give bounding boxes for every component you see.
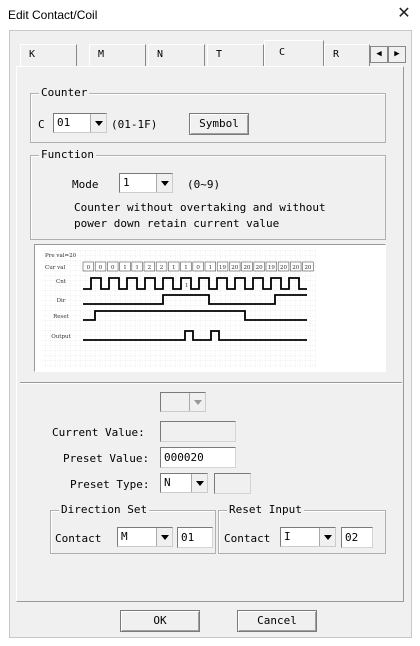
preset-type-label: Preset Type: xyxy=(70,478,150,491)
counter-group-title: Counter xyxy=(39,86,90,100)
preset-value-field[interactable]: 000020 xyxy=(160,447,236,468)
tab-label: R xyxy=(333,49,340,60)
current-value-cell-text: 20 xyxy=(292,265,299,271)
cancel-button[interactable]: Cancel xyxy=(237,610,317,632)
current-value-cell-text: 1 xyxy=(123,265,127,271)
signal-label-cnt: Cnt xyxy=(56,279,67,285)
tab-t[interactable]: T xyxy=(207,44,264,66)
current-value-label: Cur val xyxy=(45,265,66,271)
tab-label: C xyxy=(279,47,286,58)
counter-number-select[interactable]: 01 xyxy=(53,113,107,133)
reset-contact-label: Contact xyxy=(224,532,271,545)
symbol-button[interactable]: Symbol xyxy=(189,113,249,135)
preset-value-label: Preset Value: xyxy=(63,452,150,465)
function-description-line2: power down retain current value xyxy=(74,217,280,230)
preset-type-value: N xyxy=(164,476,171,489)
reset-contact-type-value: I xyxy=(284,530,291,543)
function-description-line1: Counter without overtaking and without xyxy=(74,201,326,214)
tab-label: T xyxy=(216,49,223,60)
chevron-down-icon[interactable] xyxy=(156,528,172,546)
current-value-cell-text: 0 xyxy=(196,265,200,271)
current-value-cell-text: 2 xyxy=(160,265,164,271)
function-group-title: Function xyxy=(39,148,96,162)
current-value-cell-text: 19 xyxy=(219,265,226,271)
mode-range: (0~9) xyxy=(187,178,221,191)
tab-scroll-right-icon[interactable]: ▶ xyxy=(388,46,406,63)
chevron-down-icon[interactable] xyxy=(189,393,205,411)
tab-label: N xyxy=(157,49,164,60)
current-value-cell-text: 0 xyxy=(99,265,103,271)
current-value-field xyxy=(160,421,236,442)
current-value-cell-text: 19 xyxy=(268,265,275,271)
chevron-down-icon[interactable] xyxy=(156,174,172,192)
current-value-label: Current Value: xyxy=(52,426,145,439)
current-value-cell-text: 20 xyxy=(280,265,287,271)
preset-type-select[interactable]: N xyxy=(160,473,208,493)
tab-label: M xyxy=(98,49,105,60)
current-value-cell-text: 0 xyxy=(87,265,91,271)
separator xyxy=(20,382,402,383)
direction-contact-number-field[interactable]: 01 xyxy=(177,527,213,548)
reset-contact-number-field[interactable]: 02 xyxy=(341,527,373,548)
tab-c[interactable]: C xyxy=(264,40,324,67)
tab-n[interactable]: N xyxy=(148,44,205,66)
direction-set-title: Direction Set xyxy=(59,503,150,517)
current-value-cell-text: 2 xyxy=(148,265,152,271)
mode-label: Mode xyxy=(72,178,99,191)
direction-contact-label: Contact xyxy=(55,532,102,545)
current-value-cell-text: 0 xyxy=(111,265,115,271)
current-value-cell-text: 1 xyxy=(184,265,188,271)
ok-button[interactable]: OK xyxy=(120,610,200,632)
current-value-cell-text: 1 xyxy=(135,265,139,271)
reset-contact-type-select[interactable]: I xyxy=(280,527,336,547)
chevron-down-icon[interactable] xyxy=(90,114,106,132)
direction-contact-type-value: M xyxy=(121,530,128,543)
signal-label-reset: Reset xyxy=(53,314,69,320)
close-icon[interactable]: ✕ xyxy=(394,4,414,24)
mode-select[interactable]: 1 xyxy=(119,173,173,193)
chevron-down-icon[interactable] xyxy=(191,474,207,492)
current-value-cell-text: 20 xyxy=(231,265,238,271)
unnamed-select[interactable] xyxy=(160,392,206,412)
counter-number-value: 01 xyxy=(57,116,71,129)
current-value-cell-text: 1 xyxy=(172,265,176,271)
counter-prefix: C xyxy=(38,118,45,131)
current-value-cell-text: 1 xyxy=(209,265,213,271)
window-title: Edit Contact/Coil xyxy=(8,8,98,22)
signal-label-output: Output xyxy=(51,334,71,340)
current-value-cell-text: 20 xyxy=(304,265,311,271)
preset-value-label: Pre val=20 xyxy=(45,253,77,259)
timing-diagram: Pre val=20 Cur val 0 0 0 1 1 2 2 1 1 0 1 19 20 20 20 19… xyxy=(34,244,386,372)
signal-label-dir: Dir xyxy=(57,298,66,304)
title-bar: Edit Contact/Coil ✕ xyxy=(0,0,420,30)
preset-type-extra-field xyxy=(214,473,251,494)
tab-r[interactable]: R xyxy=(324,44,370,66)
direction-contact-type-select[interactable]: M xyxy=(117,527,173,547)
tab-scroll-left-icon[interactable]: ◀ xyxy=(370,46,388,63)
reset-input-title: Reset Input xyxy=(227,503,304,517)
tab-m[interactable]: M xyxy=(89,44,146,66)
counter-range: (01-1F) xyxy=(111,118,158,131)
current-value-cell-text: 20 xyxy=(256,265,263,271)
cnt-overlay-label: 1 xyxy=(185,283,189,289)
mode-value: 1 xyxy=(123,176,130,189)
current-value-cell-text: 20 xyxy=(243,265,250,271)
chevron-down-icon[interactable] xyxy=(319,528,335,546)
tab-k[interactable]: K xyxy=(20,44,77,66)
tab-label: K xyxy=(29,49,36,60)
